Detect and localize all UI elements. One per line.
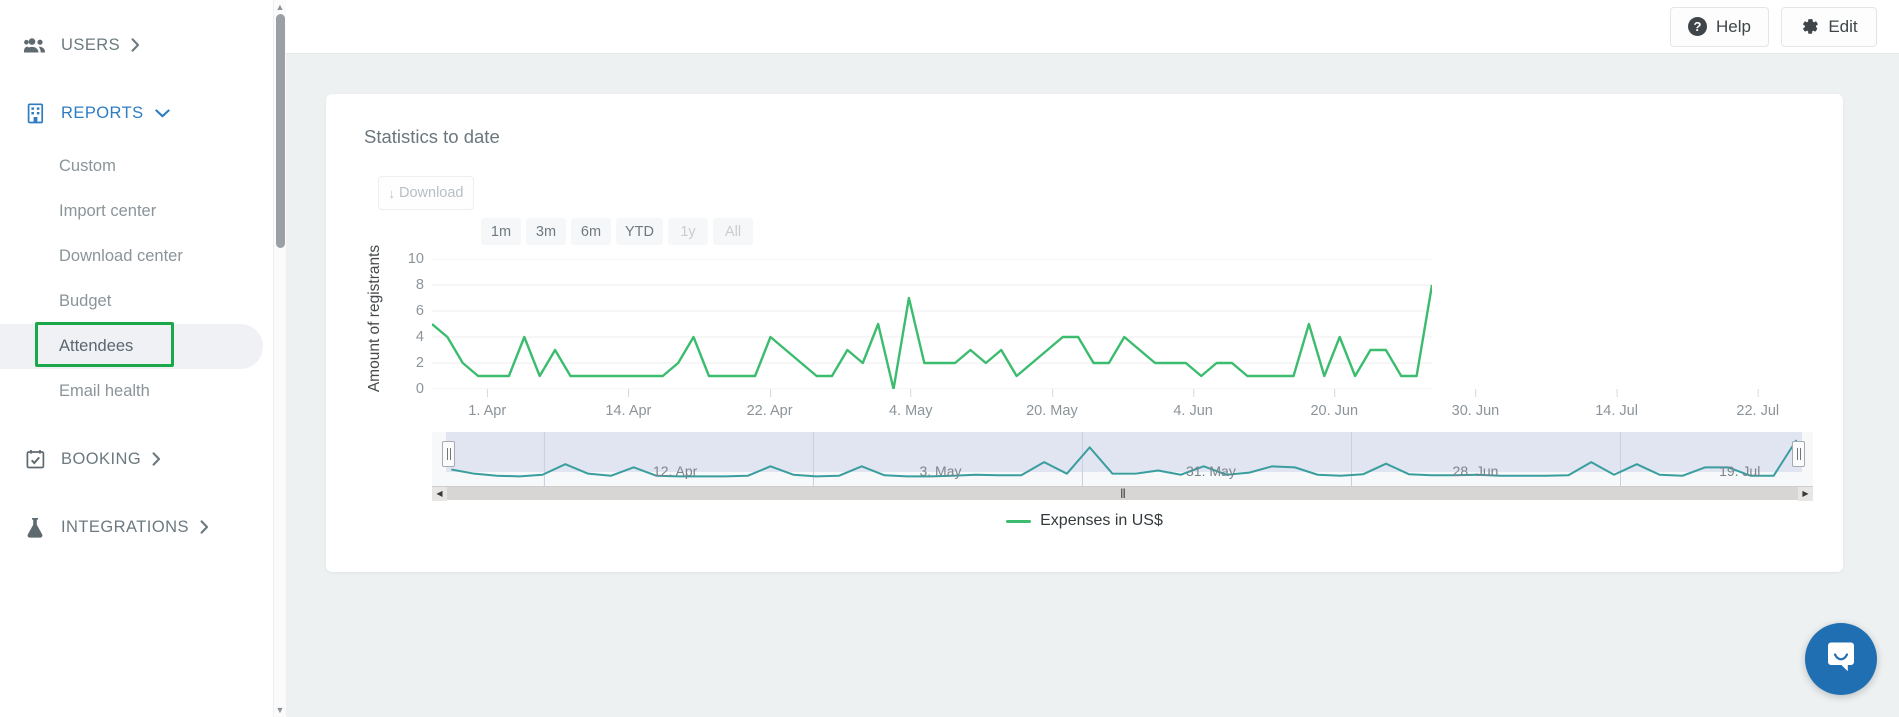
y-tick-label: 4 bbox=[415, 329, 424, 345]
y-tick-label: 10 bbox=[407, 251, 424, 267]
x-tick-label: 20. May bbox=[1026, 389, 1078, 419]
legend-label: Expenses in US$ bbox=[1040, 512, 1163, 529]
y-tick-label: 2 bbox=[415, 355, 424, 371]
y-axis-ticks: 0 2 4 6 8 10 bbox=[394, 250, 424, 397]
range-button-1y: 1y bbox=[668, 218, 708, 245]
flask-icon bbox=[22, 515, 48, 539]
app-root: USERS REPORTS Custom Import center Downl… bbox=[0, 0, 1899, 717]
sidebar-scrollbar[interactable]: ▲ ▼ bbox=[274, 0, 286, 717]
sidebar-item-label: Budget bbox=[59, 292, 112, 310]
y-tick-label: 8 bbox=[415, 277, 424, 293]
range-selector: 1m 3m 6m YTD 1y All bbox=[481, 218, 753, 245]
chart-legend[interactable]: Expenses in US$ bbox=[326, 512, 1843, 530]
sidebar-scrollbar-thumb[interactable] bbox=[276, 14, 285, 248]
range-button-6m[interactable]: 6m bbox=[571, 218, 611, 245]
navigator-tick-label: 12. Apr bbox=[652, 463, 698, 479]
navigator-right-arrow-icon[interactable]: ▶ bbox=[1798, 486, 1813, 501]
chart-navigator[interactable]: 12. Apr 3. May 31. May 28. Jun 19. Jul ◀ |||… bbox=[432, 432, 1813, 501]
sidebar-item-email-health[interactable]: Email health bbox=[0, 369, 286, 414]
sidebar-item-label: Attendees bbox=[59, 337, 134, 355]
edit-label: Edit bbox=[1828, 16, 1858, 36]
sidebar-group-label: BOOKING bbox=[61, 449, 142, 468]
chevron-down-icon bbox=[154, 108, 170, 118]
navigator-handle-right[interactable] bbox=[1792, 441, 1805, 467]
top-toolbar: ? Help Edit bbox=[286, 0, 1899, 54]
chevron-right-icon bbox=[152, 452, 161, 466]
x-tick-label: 22. Apr bbox=[747, 389, 793, 419]
range-button-1m[interactable]: 1m bbox=[481, 218, 521, 245]
navigator-tick-label: 3. May bbox=[919, 463, 962, 479]
x-tick-label: 4. May bbox=[889, 389, 932, 419]
y-axis-title-text: Amount of registrants bbox=[366, 244, 384, 392]
building-icon bbox=[22, 101, 48, 125]
x-tick-label: 14. Jul bbox=[1595, 389, 1638, 419]
navigator-tick-label: 31. May bbox=[1186, 463, 1236, 479]
scroll-up-arrow-icon[interactable]: ▲ bbox=[274, 0, 286, 14]
navigator-tick-label: 28. Jun bbox=[1452, 463, 1499, 479]
help-label: Help bbox=[1716, 16, 1751, 36]
sidebar-item-attendees[interactable]: Attendees bbox=[0, 322, 263, 369]
y-axis-title: Amount of registrants bbox=[360, 244, 390, 391]
sidebar-item-budget[interactable]: Budget bbox=[0, 279, 286, 324]
range-button-ytd[interactable]: YTD bbox=[616, 218, 663, 245]
sidebar-item-label: Download center bbox=[59, 247, 183, 265]
range-button-3m[interactable]: 3m bbox=[526, 218, 566, 245]
download-arrow-icon: ↓ bbox=[388, 185, 396, 201]
content-area: Statistics to date ↓ Download 1m 3m 6m Y… bbox=[286, 54, 1899, 717]
navigator-handle-left[interactable] bbox=[442, 441, 455, 467]
chart-series-svg bbox=[432, 259, 1432, 389]
x-tick-label: 20. Jun bbox=[1310, 389, 1358, 419]
navigator-canvas: 12. Apr 3. May 31. May 28. Jun 19. Jul bbox=[432, 432, 1813, 486]
question-circle-icon: ? bbox=[1688, 17, 1708, 36]
sidebar-item-custom[interactable]: Custom bbox=[0, 144, 286, 189]
users-icon bbox=[22, 33, 48, 57]
navigator-left-arrow-icon[interactable]: ◀ bbox=[432, 486, 447, 501]
chevron-right-icon bbox=[131, 38, 140, 52]
help-button[interactable]: ? Help bbox=[1670, 6, 1769, 47]
sidebar-group-label: REPORTS bbox=[61, 103, 144, 122]
main-content: ? Help Edit Statistics to date ↓ Downloa… bbox=[286, 0, 1899, 717]
sidebar-item-import-center[interactable]: Import center bbox=[0, 189, 286, 234]
x-tick-label: 1. Apr bbox=[468, 389, 506, 419]
navigator-grip-icon[interactable]: ||| bbox=[1120, 488, 1126, 499]
sidebar-group-label: INTEGRATIONS bbox=[61, 517, 189, 536]
navigator-series-svg bbox=[432, 432, 1813, 486]
x-tick-label: 30. Jun bbox=[1452, 389, 1499, 419]
x-tick-label: 4. Jun bbox=[1173, 389, 1213, 419]
x-axis-ticks: 1. Apr 14. Apr 22. Apr 4. May 20. May 4. Jun 2… bbox=[432, 389, 1813, 423]
download-button[interactable]: ↓ Download bbox=[378, 176, 474, 210]
legend-color-swatch bbox=[1006, 519, 1032, 523]
sidebar-group-integrations[interactable]: INTEGRATIONS bbox=[0, 504, 286, 550]
sidebar-item-label: Custom bbox=[59, 157, 116, 175]
sidebar-group-label: USERS bbox=[61, 35, 121, 54]
y-tick-label: 6 bbox=[415, 303, 424, 319]
sidebar-group-booking[interactable]: BOOKING bbox=[0, 436, 286, 482]
intercom-chat-button[interactable] bbox=[1805, 623, 1877, 695]
gear-icon bbox=[1800, 17, 1819, 36]
sidebar-subnav-reports: Custom Import center Download center Bud… bbox=[0, 144, 286, 414]
sidebar-item-download-center[interactable]: Download center bbox=[0, 234, 286, 279]
range-button-all: All bbox=[713, 218, 753, 245]
chat-bubble-smile-icon bbox=[1822, 638, 1860, 681]
download-label: Download bbox=[399, 185, 464, 201]
chevron-right-icon bbox=[200, 520, 209, 534]
navigator-tick-label: 19. Jul bbox=[1719, 463, 1761, 479]
svg-text:?: ? bbox=[1694, 19, 1702, 34]
sidebar-item-label: Import center bbox=[59, 202, 157, 220]
sidebar-item-label: Email health bbox=[59, 382, 150, 400]
sidebar-group-users[interactable]: USERS bbox=[0, 22, 286, 68]
chart-plot-area: Amount of registrants 0 2 4 6 8 10 1. Apr 14. … bbox=[348, 244, 1813, 419]
calendar-check-icon bbox=[22, 447, 48, 471]
x-tick-label: 14. Apr bbox=[605, 389, 651, 419]
statistics-card: Statistics to date ↓ Download 1m 3m 6m Y… bbox=[326, 94, 1843, 572]
x-tick-label: 22. Jul bbox=[1736, 389, 1779, 419]
y-tick-label: 0 bbox=[415, 381, 424, 397]
card-title: Statistics to date bbox=[364, 126, 500, 147]
edit-button[interactable]: Edit bbox=[1781, 6, 1877, 47]
sidebar-group-reports[interactable]: REPORTS bbox=[0, 90, 286, 136]
navigator-scrollbar[interactable]: ◀ ||| ▶ bbox=[432, 486, 1813, 501]
scroll-down-arrow-icon[interactable]: ▼ bbox=[274, 703, 286, 717]
sidebar: USERS REPORTS Custom Import center Downl… bbox=[0, 0, 286, 717]
